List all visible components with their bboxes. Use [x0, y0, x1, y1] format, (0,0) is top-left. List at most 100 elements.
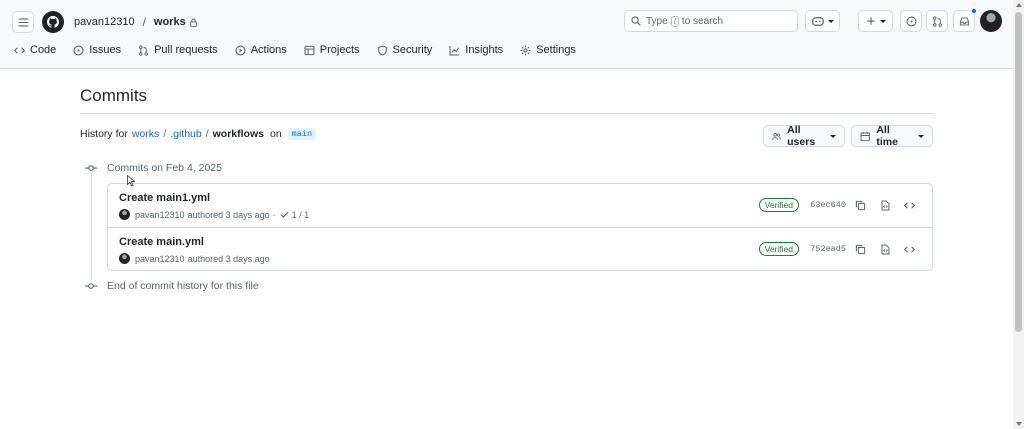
inbox-icon — [959, 17, 969, 25]
mouse-cursor-icon — [127, 175, 135, 187]
tab-issues[interactable]: Issues — [73, 44, 121, 56]
commit-author[interactable]: pavan12310 — [135, 210, 185, 220]
copy-sha-button[interactable] — [853, 198, 867, 212]
tab-code[interactable]: Code — [14, 44, 56, 56]
end-of-history-label: End of commit history for this file — [107, 280, 259, 292]
vertical-scrollbar[interactable] — [1013, 0, 1024, 429]
tab-actions[interactable]: Actions — [235, 44, 287, 56]
table-icon — [304, 45, 315, 55]
github-logo-icon[interactable] — [42, 11, 64, 33]
issues-button[interactable] — [900, 10, 922, 32]
author-avatar[interactable] — [119, 253, 130, 264]
breadcrumb-repo[interactable]: works — [154, 16, 186, 28]
path-link-github[interactable]: .github — [170, 128, 202, 140]
search-input[interactable]: Type / to search — [624, 10, 798, 32]
issue-icon — [73, 44, 84, 56]
file-code-icon — [881, 244, 889, 254]
scrollbar-thumb[interactable] — [1015, 12, 1022, 332]
pull-request-icon — [139, 44, 149, 56]
path-link-repo[interactable]: works — [132, 128, 159, 140]
timeline-line — [91, 168, 92, 283]
search-placeholder-prefix: Type — [646, 15, 668, 27]
history-prefix: History for — [80, 128, 128, 140]
create-new-button[interactable] — [858, 10, 893, 32]
verified-badge[interactable]: Verified — [758, 198, 799, 212]
path-current: workflows — [212, 128, 264, 140]
user-avatar[interactable] — [980, 10, 1002, 32]
commit-authored-time: authored 3 days ago — [187, 253, 270, 264]
commit-row: Create main.yml pavan12310 authored 3 da… — [108, 227, 932, 270]
all-time-filter-button[interactable]: All time — [851, 124, 933, 148]
commit-list: Create main1.yml pavan12310 authored 3 d… — [107, 183, 933, 271]
commit-timeline: Commits on Feb 4, 2025 Create main1.yml … — [80, 160, 933, 294]
meta-dot: · — [272, 209, 276, 220]
tab-settings-label: Settings — [536, 44, 576, 56]
play-icon — [235, 44, 246, 56]
shield-icon — [377, 44, 387, 56]
copilot-button[interactable] — [805, 10, 840, 32]
gear-icon — [520, 45, 531, 55]
hamburger-menu-button[interactable] — [12, 11, 34, 33]
commit-sha[interactable]: 63ec640 — [810, 200, 846, 210]
verified-badge[interactable]: Verified — [758, 242, 799, 256]
chevron-down-icon — [827, 19, 834, 23]
page-title: Commits — [80, 86, 933, 114]
breadcrumb-owner[interactable]: pavan12310 — [74, 16, 135, 28]
end-of-history: End of commit history for this file — [80, 278, 933, 294]
copy-icon — [855, 200, 865, 210]
chevron-down-icon — [918, 134, 924, 138]
tab-actions-label: Actions — [250, 44, 287, 56]
author-avatar[interactable] — [119, 209, 130, 220]
tab-settings[interactable]: Settings — [520, 44, 576, 56]
menu-icon — [18, 18, 28, 26]
tab-projects-label: Projects — [319, 44, 360, 56]
branch-badge[interactable]: main — [287, 128, 317, 140]
browse-code-button[interactable] — [902, 198, 916, 212]
graph-icon — [449, 45, 460, 55]
scroll-up-arrow-icon[interactable] — [1016, 3, 1022, 7]
people-icon — [772, 132, 781, 140]
pull-requests-button[interactable] — [926, 10, 948, 32]
browse-code-button[interactable] — [902, 242, 916, 256]
all-time-label: All time — [876, 124, 898, 148]
commit-sha[interactable]: 752ead5 — [810, 244, 846, 254]
breadcrumb-separator: / — [142, 15, 146, 29]
commit-group-date: Commits on Feb 4, 2025 — [107, 162, 222, 174]
commit-group-header: Commits on Feb 4, 2025 — [80, 160, 933, 176]
chevron-down-icon — [879, 19, 886, 23]
commits-page: Commits History for works / .github / wo… — [80, 86, 933, 148]
lock-icon — [189, 18, 197, 27]
calendar-icon — [860, 131, 870, 141]
global-header: pavan12310 / works Type / to search Code… — [0, 0, 1013, 69]
view-file-button[interactable] — [878, 242, 892, 256]
commit-title[interactable]: Create main1.yml — [119, 192, 210, 204]
tab-insights[interactable]: Insights — [449, 44, 503, 56]
tab-pull-requests-label: Pull requests — [154, 44, 218, 56]
check-icon — [280, 211, 288, 218]
path-separator: / — [205, 128, 209, 140]
pull-request-icon — [932, 15, 942, 27]
path-separator: / — [163, 128, 167, 140]
issue-icon — [905, 15, 917, 27]
search-shortcut-key: / — [670, 15, 679, 27]
repo-nav: Code Issues Pull requests Actions Projec… — [14, 44, 593, 56]
commit-title[interactable]: Create main.yml — [119, 236, 204, 248]
tab-projects[interactable]: Projects — [304, 44, 360, 56]
copy-sha-button[interactable] — [853, 242, 867, 256]
all-users-filter-button[interactable]: All users — [763, 124, 845, 148]
tab-pull-requests[interactable]: Pull requests — [138, 44, 218, 56]
scroll-down-arrow-icon[interactable] — [1016, 422, 1022, 426]
commit-meta: pavan12310 authored 3 days ago · 1 / 1 — [119, 209, 309, 220]
commit-authored-time: authored 3 days ago — [187, 209, 270, 220]
tab-security[interactable]: Security — [377, 44, 432, 56]
commit-icon — [80, 280, 102, 292]
code-icon — [14, 46, 25, 54]
inbox-button[interactable] — [953, 8, 977, 32]
all-users-label: All users — [787, 124, 816, 148]
commit-author[interactable]: pavan12310 — [135, 254, 185, 264]
commit-checks[interactable]: 1 / 1 — [292, 210, 310, 220]
view-file-button[interactable] — [878, 198, 892, 212]
code-icon — [903, 201, 915, 209]
copy-icon — [855, 244, 865, 254]
chevron-down-icon — [830, 134, 836, 138]
